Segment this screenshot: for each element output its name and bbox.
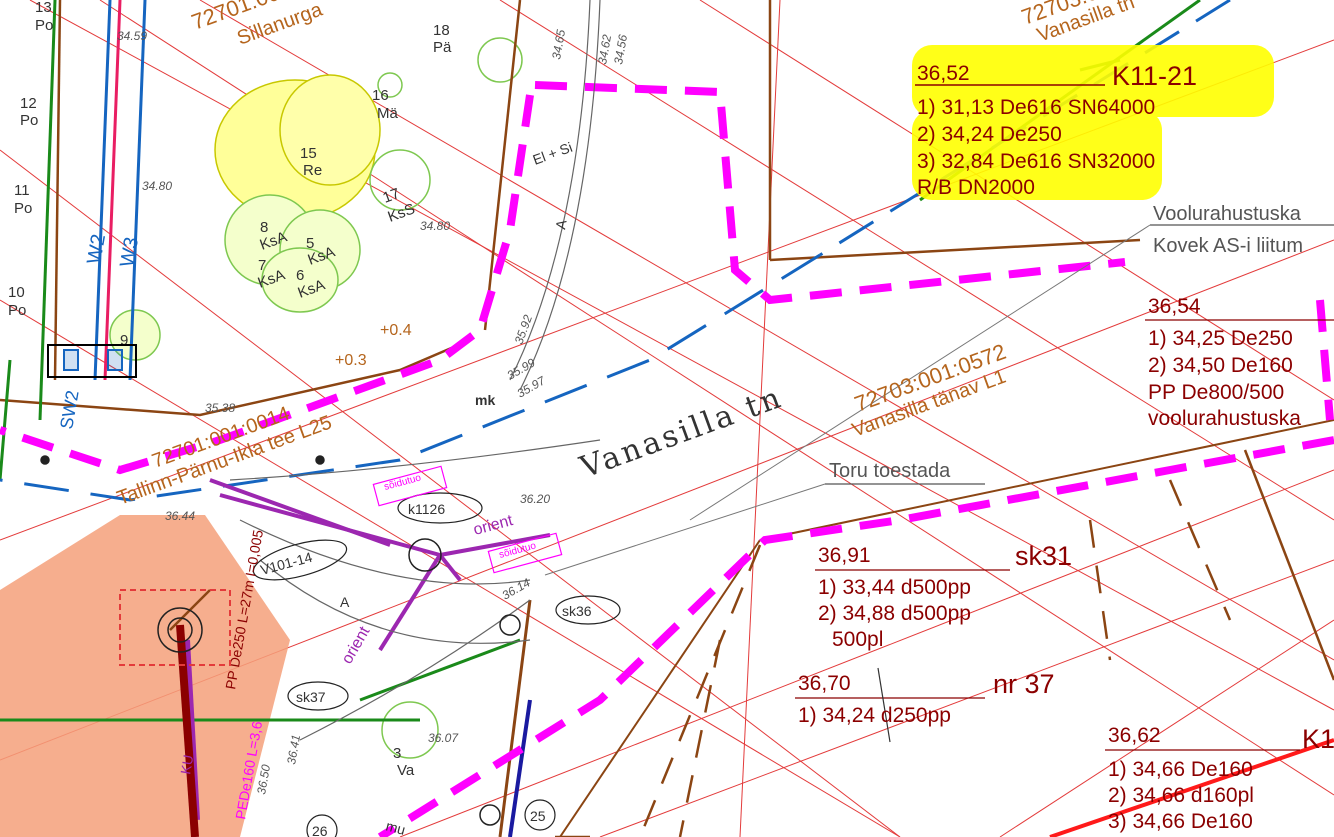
sk31-line-3: 500pl xyxy=(832,628,883,651)
orient-label-2: orient xyxy=(339,623,374,667)
tree-18-sp: Pä xyxy=(433,39,452,56)
c36-54-line-1: 1) 34,25 De250 xyxy=(1148,327,1293,350)
sk31-id: sk31 xyxy=(1015,541,1072,571)
elev-14: 36.07 xyxy=(428,731,459,745)
kovek-label: Kovek AS-i liitum xyxy=(1153,235,1303,257)
a-label-2: A xyxy=(340,594,350,610)
tree-16-num: 16 xyxy=(372,87,389,104)
tree-11-num: 11 xyxy=(14,182,30,199)
k11-21-line-1: 1) 31,13 De616 SN64000 xyxy=(917,96,1155,119)
tree-13-num: 13 xyxy=(35,0,52,16)
c36-62-elev: 36,62 xyxy=(1108,724,1161,747)
plus03-label: +0.3 xyxy=(335,352,367,369)
elev-10: 35.38 xyxy=(205,401,235,415)
tree-11-sp: Po xyxy=(14,200,32,217)
k11-21-id: K11-21 xyxy=(1112,61,1197,91)
elev-2: 34.80 xyxy=(142,179,172,193)
tree-16-sp: Mä xyxy=(377,105,398,122)
plus04-label: +0.4 xyxy=(380,322,412,339)
sk37-label: sk37 xyxy=(296,689,326,705)
c36-62-id: K1 xyxy=(1302,724,1334,754)
toru-label: Toru toestada xyxy=(829,460,951,482)
el-si-label: El + Si xyxy=(531,139,575,168)
c36-62-line-2: 2) 34,66 d160pl xyxy=(1108,784,1254,807)
c36-62-line-1: 1) 34,66 De160 xyxy=(1108,758,1253,781)
nr37-line-1: 1) 34,24 d250pp xyxy=(798,704,951,727)
tree-12-sp: Po xyxy=(20,112,38,129)
c36-62-line-3: 3) 34,66 De160 xyxy=(1108,810,1253,833)
tree-13-sp: Po xyxy=(35,17,53,34)
tree-3-sp: Va xyxy=(397,762,415,779)
sk31-line-2: 2) 34,88 d500pp xyxy=(818,602,971,625)
elev-15: 36.41 xyxy=(284,734,303,766)
sk31-elev: 36,91 xyxy=(818,544,871,567)
tree-12-num: 12 xyxy=(20,95,37,112)
tree-15-sp: Re xyxy=(303,162,322,179)
elev-4: 34.65 xyxy=(549,28,568,60)
toru-pointer xyxy=(544,483,826,576)
tree-18-num: 18 xyxy=(433,22,450,39)
c36-54-line-4: voolurahustuska xyxy=(1148,407,1301,430)
ku-label: KU xyxy=(177,754,196,776)
voolu-top-label: Voolurahustuska xyxy=(1153,203,1302,225)
k1126-label: k1126 xyxy=(408,501,445,517)
c36-54-line-3: PP De800/500 xyxy=(1148,381,1284,404)
street-label: Vanasilla tn xyxy=(575,380,788,486)
a-label-1: A xyxy=(552,218,569,231)
sk31-line-1: 1) 33,44 d500pp xyxy=(818,576,971,599)
v101-label: V101-14 xyxy=(259,549,314,578)
sw2-label: SW2 xyxy=(56,389,82,431)
elev-3: 34.80 xyxy=(420,219,450,233)
mk-label: mk xyxy=(475,392,495,408)
elev-11: 36.20 xyxy=(520,492,550,506)
map-canvas[interactable]: 36,52 K11-21 1) 31,13 De616 SN64000 2) 3… xyxy=(0,0,1334,837)
sk36-label: sk36 xyxy=(562,603,592,619)
k11-21-line-3: 3) 32,84 De616 SN32000 xyxy=(917,150,1155,173)
w3-label: W3 xyxy=(116,236,143,269)
n25-label: 25 xyxy=(530,808,546,824)
orient-label-1: orient xyxy=(472,512,516,539)
c36-54-line-2: 2) 34,50 De160 xyxy=(1148,354,1293,377)
tree-15-num: 15 xyxy=(300,145,317,162)
nr37-id: nr 37 xyxy=(993,669,1055,699)
elev-13: 36.14 xyxy=(500,575,533,602)
tree-10-sp: Po xyxy=(8,302,26,319)
elev-6: 34.56 xyxy=(611,33,630,65)
soidutuo-label-1: sõidutuo xyxy=(383,472,423,493)
tree-9-num: 9 xyxy=(120,332,128,349)
tree-3-num: 3 xyxy=(393,745,401,762)
k11-21-line-4: R/B DN2000 xyxy=(917,176,1035,199)
tree-17-num: 17 xyxy=(381,185,402,207)
n26-label: 26 xyxy=(312,823,328,837)
k11-21-line-2: 2) 34,24 De250 xyxy=(917,123,1062,146)
tree-10-num: 10 xyxy=(8,284,25,301)
c36-54-elev: 36,54 xyxy=(1148,295,1201,318)
w2-label: W2 xyxy=(83,233,110,266)
tree-6-num: 6 xyxy=(296,267,304,284)
nr37-elev: 36,70 xyxy=(798,672,851,695)
elev-12: 36.44 xyxy=(165,509,195,523)
k11-21-elev: 36,52 xyxy=(917,62,970,85)
elev-1: 34.59 xyxy=(117,29,147,43)
